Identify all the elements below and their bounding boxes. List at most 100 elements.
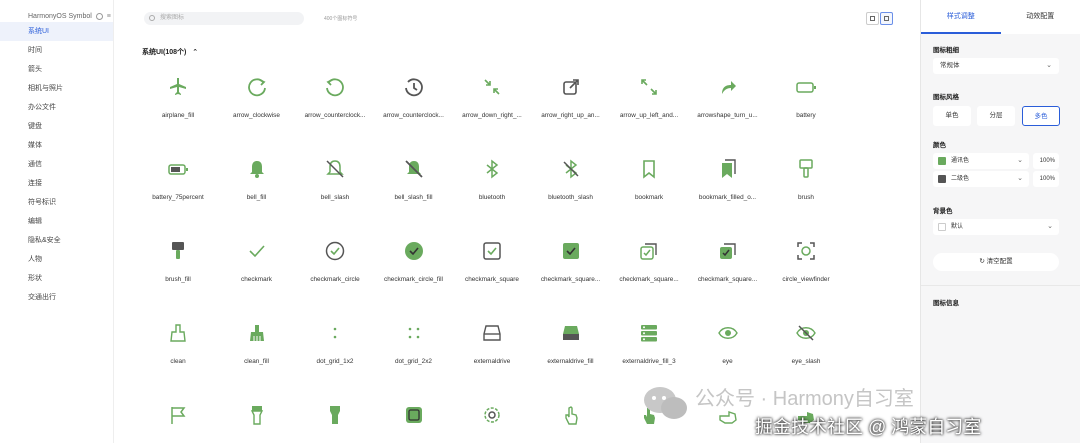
weight-select[interactable]: 常规体 ⌄: [933, 58, 1059, 74]
icon-cell[interactable]: clean: [139, 322, 217, 382]
icon-cell[interactable]: bookmark: [610, 158, 688, 218]
icon-cell[interactable]: checkmark_square...: [532, 240, 610, 300]
icon-cell[interactable]: arrow_counterclock...: [375, 76, 453, 136]
icon-label: checkmark_square: [465, 276, 519, 283]
icon-cell[interactable]: eye: [689, 322, 767, 382]
sidebar-item[interactable]: 符号标识: [0, 193, 113, 212]
icon-cell[interactable]: dot_grid_1x2: [296, 322, 374, 382]
checkmark-icon: [248, 245, 265, 258]
icon-cell[interactable]: battery: [767, 76, 845, 136]
icon-cell[interactable]: checkmark_circle: [296, 240, 374, 300]
icon-label: checkmark_square...: [540, 276, 601, 283]
bluetooth-icon: [486, 159, 499, 179]
primary-color-select[interactable]: 通讯色 ⌄: [933, 153, 1029, 169]
icon-label: externaldrive: [473, 358, 511, 365]
style-mono-button[interactable]: 单色: [933, 106, 971, 126]
icon-label: bell_slash_fill: [394, 194, 433, 201]
sidebar-item[interactable]: 通信: [0, 155, 113, 174]
sidebar-item[interactable]: 人物: [0, 250, 113, 269]
icon-cell[interactable]: [375, 404, 453, 443]
info-title: 图标信息: [933, 300, 959, 307]
bluetooth-slash-icon: [562, 159, 579, 179]
icon-cell[interactable]: bell_slash: [296, 158, 374, 218]
info-icon[interactable]: [95, 12, 103, 20]
sidebar-item[interactable]: 办公文件: [0, 98, 113, 117]
icon-cell[interactable]: brush_fill: [139, 240, 217, 300]
background-select[interactable]: 默认 ⌄: [933, 219, 1059, 235]
tab-style[interactable]: 样式调整: [921, 0, 1001, 34]
sidebar-item[interactable]: 隐私&安全: [0, 231, 113, 250]
style-multicolor-button[interactable]: 多色: [1022, 106, 1060, 126]
icon-cell[interactable]: checkmark_square...: [610, 240, 688, 300]
icon-cell[interactable]: checkmark_square...: [689, 240, 767, 300]
icon-cell[interactable]: [532, 404, 610, 443]
icon-cell[interactable]: [139, 404, 217, 443]
checkmark-square-icon: [483, 242, 501, 260]
grid-view-button[interactable]: [880, 12, 893, 25]
icon-cell[interactable]: [218, 404, 296, 443]
background-value: 默认: [951, 224, 964, 230]
secondary-opacity-input[interactable]: 100%: [1033, 171, 1059, 187]
tab-animation[interactable]: 动效配置: [1001, 0, 1080, 34]
background-title: 背景色: [933, 208, 953, 215]
section-label: 系统UI(108个): [142, 49, 187, 56]
section-header[interactable]: 系统UI(108个) ⌃: [142, 47, 198, 57]
sidebar-item[interactable]: 编辑: [0, 212, 113, 231]
icon-cell[interactable]: checkmark: [218, 240, 296, 300]
icon-cell[interactable]: bell_slash_fill: [375, 158, 453, 218]
primary-opacity-input[interactable]: 100%: [1033, 153, 1059, 169]
icon-cell[interactable]: bluetooth_slash: [532, 158, 610, 218]
search-input[interactable]: 搜索图标: [144, 12, 304, 25]
sidebar-item[interactable]: 媒体: [0, 136, 113, 155]
icon-cell[interactable]: arrow_down_right_...: [453, 76, 531, 136]
icon-label: bookmark_filled_o...: [698, 194, 757, 201]
sidebar-item[interactable]: 形状: [0, 269, 113, 288]
arrow-clockwise-icon: [247, 78, 266, 97]
checkmark-circle-icon: [325, 241, 345, 261]
icon-cell[interactable]: airplane_fill: [139, 76, 217, 136]
icon-label: checkmark_square...: [697, 276, 758, 283]
externaldrive-fill-3-icon: [641, 325, 657, 342]
icon-cell[interactable]: arrow_counterclock...: [296, 76, 374, 136]
menu-icon[interactable]: ≡: [107, 13, 111, 20]
search-icon: [149, 15, 155, 21]
sidebar-item[interactable]: 相机与照片: [0, 79, 113, 98]
icon-label: arrow_up_left_and...: [619, 112, 679, 119]
sidebar-item[interactable]: 键盘: [0, 117, 113, 136]
style-layered-button[interactable]: 分层: [977, 106, 1015, 126]
icon-cell[interactable]: brush: [767, 158, 845, 218]
icon-cell[interactable]: bookmark_filled_o...: [689, 158, 767, 218]
icon-cell[interactable]: circle_viewfinder: [767, 240, 845, 300]
icon-cell[interactable]: [453, 404, 531, 443]
icon-cell[interactable]: arrow_clockwise: [218, 76, 296, 136]
icon-cell[interactable]: bell_fill: [218, 158, 296, 218]
icon-cell[interactable]: arrowshape_turn_u...: [689, 76, 767, 136]
sidebar-item[interactable]: 系统UI: [0, 22, 113, 41]
icon-cell[interactable]: externaldrive_fill: [532, 322, 610, 382]
reset-button[interactable]: ↻ 清空配置: [933, 253, 1059, 271]
icon-cell[interactable]: eye_slash: [767, 322, 845, 382]
sidebar-item[interactable]: 箭头: [0, 60, 113, 79]
icon-cell[interactable]: bluetooth: [453, 158, 531, 218]
sidebar-item[interactable]: 连接: [0, 174, 113, 193]
icon-cell[interactable]: dot_grid_2x2: [375, 322, 453, 382]
list-view-button[interactable]: [866, 12, 879, 25]
icon-cell[interactable]: clean_fill: [218, 322, 296, 382]
icon-label: arrow_counterclock...: [383, 112, 444, 119]
clean-fill-icon: [249, 325, 264, 341]
secondary-color-select[interactable]: 二级色 ⌄: [933, 171, 1029, 187]
icon-cell[interactable]: checkmark_square: [453, 240, 531, 300]
icon-cell[interactable]: externaldrive: [453, 322, 531, 382]
icon-cell[interactable]: [296, 404, 374, 443]
sidebar-item[interactable]: 交通出行: [0, 288, 113, 307]
icon-cell[interactable]: arrow_right_up_an...: [532, 76, 610, 136]
icon-label: arrow_right_up_an...: [541, 112, 600, 119]
sidebar-item[interactable]: 时间: [0, 41, 113, 60]
icon-cell[interactable]: arrow_up_left_and...: [610, 76, 688, 136]
grid-view-icon: [884, 16, 889, 21]
search-placeholder: 搜索图标: [160, 15, 185, 21]
icon-cell[interactable]: externaldrive_fill_3: [610, 322, 688, 382]
icon-cell[interactable]: checkmark_circle_fill: [375, 240, 453, 300]
icon-cell[interactable]: battery_75percent: [139, 158, 217, 218]
brush-icon: [799, 159, 813, 178]
